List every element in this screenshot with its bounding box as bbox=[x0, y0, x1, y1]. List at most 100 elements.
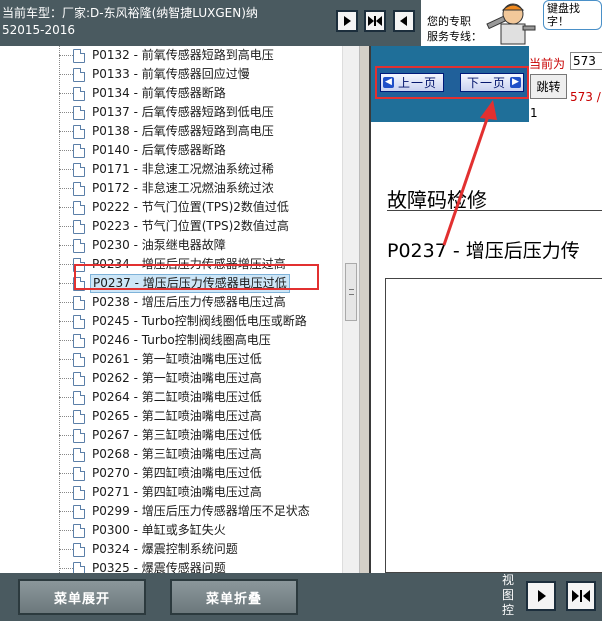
content-frame bbox=[385, 278, 602, 573]
speech-bubble: 键盘找 字！ bbox=[543, 0, 602, 30]
tree-item[interactable]: P0223 - 节气门位置(TPS)2数值过高 bbox=[59, 217, 291, 236]
document-icon bbox=[73, 523, 85, 538]
view-split-button[interactable] bbox=[566, 581, 596, 611]
tree-item[interactable]: P0245 - Turbo控制阀线圈低电压或断路 bbox=[59, 312, 309, 331]
tree-item-label: P0222 - 节气门位置(TPS)2数值过低 bbox=[92, 200, 289, 214]
tree-connector bbox=[59, 378, 73, 379]
vehicle-line-1: 当前车型：厂家:D-东风裕隆(纳智捷LUXGEN)纳 bbox=[2, 6, 258, 20]
tree-item[interactable]: P0325 - 爆震传感器问题 bbox=[59, 559, 228, 573]
document-icon bbox=[73, 295, 85, 310]
tree-item[interactable]: P0137 - 后氧传感器短路到低电压 bbox=[59, 103, 276, 122]
document-icon bbox=[73, 219, 85, 234]
current-vehicle-info: 当前车型：厂家:D-东风裕隆(纳智捷LUXGEN)纳 52015-2016 bbox=[2, 5, 258, 39]
document-icon bbox=[73, 371, 85, 386]
tree-connector bbox=[59, 93, 73, 94]
document-icon bbox=[73, 124, 85, 139]
document-icon bbox=[73, 466, 85, 481]
tree-item[interactable]: P0265 - 第二缸喷油嘴电压过高 bbox=[59, 407, 264, 426]
menu-expand-button[interactable]: 菜单展开 bbox=[18, 579, 146, 615]
tree-item-label: P0300 - 单缸或多缸失火 bbox=[92, 523, 226, 537]
fault-code-title: P0237 - 增压后压力传 bbox=[387, 240, 580, 262]
tree-connector bbox=[59, 302, 73, 303]
tree-item[interactable]: P0264 - 第二缸喷油嘴电压过低 bbox=[59, 388, 264, 407]
vehicle-line-2: 52015-2016 bbox=[2, 23, 76, 37]
document-icon bbox=[73, 200, 85, 215]
tree-connector bbox=[59, 359, 73, 360]
split-arrows-icon bbox=[368, 16, 382, 26]
service-text: 您的专职 服务专线： bbox=[427, 14, 482, 44]
arrow-left-icon bbox=[400, 16, 407, 26]
page-number-input[interactable]: 573 bbox=[570, 52, 602, 70]
tree-item[interactable]: P0230 - 油泵继电器故障 bbox=[59, 236, 228, 255]
tree-connector bbox=[59, 530, 73, 531]
tree-scrollbar[interactable] bbox=[342, 46, 359, 573]
tree-item[interactable]: P0262 - 第一缸喷油嘴电压过高 bbox=[59, 369, 264, 388]
tree-item[interactable]: P0172 - 非怠速工况燃油系统过浓 bbox=[59, 179, 276, 198]
service-banner: 您的专职 服务专线： 键盘找 字！ bbox=[421, 0, 602, 46]
section-title: 故障码检修 bbox=[387, 188, 487, 212]
prev-page-label: 上一页 bbox=[398, 76, 438, 90]
document-icon bbox=[73, 86, 85, 101]
service-line-1: 您的专职 bbox=[427, 15, 471, 28]
prev-page-button[interactable]: ◀ 上一页 bbox=[380, 73, 445, 92]
tree-item[interactable]: P0246 - Turbo控制阀线圈高电压 bbox=[59, 331, 273, 350]
bottom-bar: 菜单展开 菜单折叠 视图控 bbox=[0, 573, 602, 621]
tree-item-label: P0132 - 前氧传感器短路到高电压 bbox=[92, 48, 274, 62]
bubble-line-1: 键盘找 bbox=[547, 2, 580, 15]
tree-item-label: P0299 - 增压后压力传感器增压不足状态 bbox=[92, 504, 310, 518]
tree-item[interactable]: P0271 - 第四缸喷油嘴电压过高 bbox=[59, 483, 264, 502]
document-icon bbox=[73, 181, 85, 196]
document-icon bbox=[73, 352, 85, 367]
mechanic-mascot-icon bbox=[486, 3, 536, 45]
tree-item[interactable]: P0299 - 增压后压力传感器增压不足状态 bbox=[59, 502, 312, 521]
fault-code-tree: P0132 - 前氧传感器短路到高电压 P0133 - 前氧传感器回应过慢 P013… bbox=[0, 46, 360, 573]
document-icon bbox=[73, 561, 85, 573]
menu-collapse-button[interactable]: 菜单折叠 bbox=[170, 579, 298, 615]
tree-connector bbox=[59, 131, 73, 132]
tree-item[interactable]: P0238 - 增压后压力传感器电压过高 bbox=[59, 293, 288, 312]
tree-item[interactable]: P0222 - 节气门位置(TPS)2数值过低 bbox=[59, 198, 291, 217]
tree-item[interactable]: P0300 - 单缸或多缸失火 bbox=[59, 521, 228, 540]
panel-split-button[interactable] bbox=[364, 10, 386, 32]
next-page-button[interactable]: 下一页 ▶ bbox=[459, 73, 524, 92]
tree-item-label: P0267 - 第三缸喷油嘴电压过低 bbox=[92, 428, 262, 442]
tree-connector bbox=[59, 207, 73, 208]
tree-item[interactable]: P0261 - 第一缸喷油嘴电压过低 bbox=[59, 350, 264, 369]
tree-connector bbox=[59, 321, 73, 322]
tree-connector bbox=[59, 112, 73, 113]
title-divider bbox=[387, 210, 602, 211]
document-icon bbox=[73, 504, 85, 519]
split-arrows-icon bbox=[572, 590, 590, 602]
document-icon bbox=[73, 67, 85, 82]
tree-connector bbox=[59, 435, 73, 436]
tree-item[interactable]: P0138 - 后氧传感器短路到高电压 bbox=[59, 122, 276, 141]
grip-icon bbox=[349, 289, 354, 295]
next-arrow-icon: ▶ bbox=[510, 77, 521, 88]
view-right-button[interactable] bbox=[526, 581, 556, 611]
scrollbar-thumb[interactable] bbox=[345, 263, 357, 321]
tree-item[interactable]: P0270 - 第四缸喷油嘴电压过低 bbox=[59, 464, 264, 483]
tree-item[interactable]: P0324 - 爆震控制系统问题 bbox=[59, 540, 240, 559]
bubble-line-2: 字！ bbox=[547, 15, 569, 28]
tree-item[interactable]: P0140 - 后氧传感器断路 bbox=[59, 141, 228, 160]
tree-connector bbox=[59, 511, 73, 512]
tree-connector bbox=[59, 188, 73, 189]
tree-item[interactable]: P0268 - 第三缸喷油嘴电压过高 bbox=[59, 445, 264, 464]
top-bar: 当前车型：厂家:D-东风裕隆(纳智捷LUXGEN)纳 52015-2016 您的… bbox=[0, 0, 602, 46]
tree-connector bbox=[59, 74, 73, 75]
panel-left-button[interactable] bbox=[393, 10, 415, 32]
tree-item[interactable]: P0134 - 前氧传感器断路 bbox=[59, 84, 228, 103]
tree-item-label: P0223 - 节气门位置(TPS)2数值过高 bbox=[92, 219, 289, 233]
tree-item-label: P0271 - 第四缸喷油嘴电压过高 bbox=[92, 485, 262, 499]
content-panel: ◀ 上一页 下一页 ▶ 当前为 573 跳转 573 / 1 故障码检修 P02… bbox=[369, 46, 602, 573]
tree-item[interactable]: P0267 - 第三缸喷油嘴电压过低 bbox=[59, 426, 264, 445]
jump-button[interactable]: 跳转 bbox=[530, 74, 567, 99]
tree-item-label: P0270 - 第四缸喷油嘴电压过低 bbox=[92, 466, 262, 480]
document-icon bbox=[73, 105, 85, 120]
tree-item[interactable]: P0133 - 前氧传感器回应过慢 bbox=[59, 65, 252, 84]
tree-item-label: P0261 - 第一缸喷油嘴电压过低 bbox=[92, 352, 262, 366]
tree-connector bbox=[59, 549, 73, 550]
tree-item[interactable]: P0171 - 非怠速工况燃油系统过稀 bbox=[59, 160, 276, 179]
tree-item[interactable]: P0132 - 前氧传感器短路到高电压 bbox=[59, 46, 276, 65]
panel-right-button[interactable] bbox=[336, 10, 358, 32]
